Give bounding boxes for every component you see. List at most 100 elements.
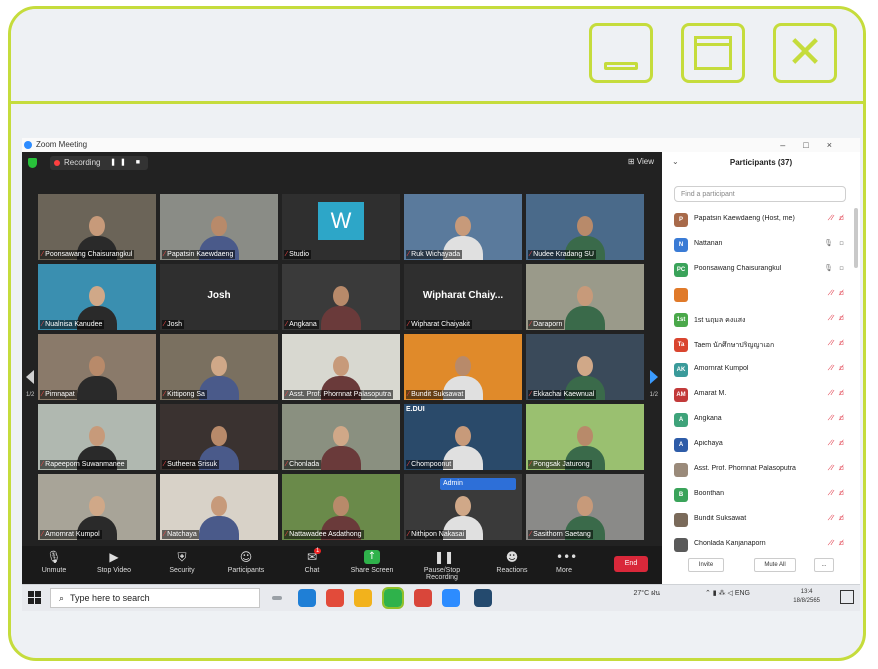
mic-button[interactable]: 🎙 Unmute bbox=[26, 550, 82, 582]
previous-page-arrow[interactable] bbox=[26, 366, 36, 388]
video-tile[interactable]: ⁄ Kittipong Sa bbox=[160, 334, 278, 400]
participant-row[interactable]: Chonlada Kanjanaporn ⁄̸ ▫̸ bbox=[670, 533, 850, 558]
video-tile[interactable]: Wipharat Chaiy... ⁄ Wipharat Chaiyakit bbox=[404, 264, 522, 330]
video-tile[interactable]: ⁄ Nattawadee Asdathong bbox=[282, 474, 400, 540]
video-tile[interactable]: ⁄ Poonsawang Chaisurangkul bbox=[38, 194, 156, 260]
close-button[interactable]: ✕ bbox=[773, 23, 837, 83]
mic-muted-icon[interactable]: ⁄̸ ▫̸ bbox=[832, 539, 846, 547]
video-tile[interactable]: ⁄ Amornrat Kumpol bbox=[38, 474, 156, 540]
participant-row[interactable]: A Angkana ⁄̸ ▫̸ bbox=[670, 408, 850, 433]
participants-button[interactable]: ☺ Participants bbox=[218, 550, 274, 582]
terminal-app-icon[interactable] bbox=[474, 589, 492, 607]
participant-row[interactable]: A Apichaya ⁄̸ ▫̸ bbox=[670, 433, 850, 458]
mic-muted-icon[interactable]: ⁄̸ ▫̸ bbox=[832, 339, 846, 347]
video-tile[interactable]: ⁄ Nualnisa Kanudee bbox=[38, 264, 156, 330]
participant-row[interactable]: P Papatsin Kaewdaeng (Host, me) ⁄̸ ▫̸ bbox=[670, 208, 850, 233]
participant-row[interactable]: AK Amornrat Kumpol ⁄̸ ▫̸ bbox=[670, 358, 850, 383]
video-tile[interactable]: Josh ⁄ Josh bbox=[160, 264, 278, 330]
system-tray-icons[interactable]: ⌃ ▮ ⁂ ◁ ENG bbox=[705, 589, 750, 598]
mic-muted-icon[interactable]: ⁄̸ ▫̸ bbox=[832, 414, 846, 422]
mic-muted-icon[interactable]: ⁄̸ ▫̸ bbox=[832, 389, 846, 397]
edge-browser-icon[interactable] bbox=[298, 589, 316, 607]
participant-name: Josh bbox=[167, 321, 182, 328]
mic-muted-icon[interactable]: ⁄̸ ▫̸ bbox=[832, 514, 846, 522]
mic-muted-icon[interactable]: ⁄̸ ▫̸ bbox=[832, 289, 846, 297]
chat-button[interactable]: ✉ 1 Chat bbox=[284, 548, 340, 582]
video-tile[interactable]: ⁄ Papatsin Kaewdaeng bbox=[160, 194, 278, 260]
participant-search-input[interactable]: Find a participant bbox=[674, 186, 846, 202]
mic-on-icon[interactable]: 🎙 ▫ bbox=[824, 264, 846, 272]
share-button[interactable]: ↑ Share Screen bbox=[344, 550, 400, 582]
taskbar-search-input[interactable]: ⌕ Type here to search bbox=[50, 588, 260, 608]
avatar: AM bbox=[674, 388, 688, 402]
video-tile[interactable]: ⁄ Chonlada bbox=[282, 404, 400, 470]
muted-mic-icon: ⁄ bbox=[42, 461, 44, 468]
video-tile[interactable]: Admin ⁄ Nithipon Nakasai bbox=[404, 474, 522, 540]
video-tile[interactable]: ⁄ Pongsak Jaturong bbox=[526, 404, 644, 470]
participant-name-label: ⁄ Bundit Suksawat bbox=[406, 390, 466, 399]
toolbar-label: Share Screen bbox=[350, 567, 394, 574]
windows-start-icon[interactable] bbox=[28, 591, 42, 605]
mic-muted-icon[interactable]: ⁄̸ ▫̸ bbox=[832, 214, 846, 222]
video-tile[interactable]: ⁄ Rapeeporn Suwanmanee bbox=[38, 404, 156, 470]
next-page-arrow[interactable] bbox=[648, 366, 658, 388]
video-tile[interactable]: ⁄ Bundit Suksawat bbox=[404, 334, 522, 400]
video-tile[interactable]: ⁄ Angkana bbox=[282, 264, 400, 330]
video-tile[interactable]: ⁄ Asst. Prof. Phornnat Palasoputra bbox=[282, 334, 400, 400]
video-tile[interactable]: ⁄ Sutheera Srisuk bbox=[160, 404, 278, 470]
mic-muted-icon[interactable]: ⁄̸ ▫̸ bbox=[832, 364, 846, 372]
mic-muted-icon[interactable]: ⁄̸ ▫̸ bbox=[832, 464, 846, 472]
file-explorer-icon[interactable] bbox=[354, 589, 372, 607]
task-view-icon[interactable] bbox=[272, 596, 282, 600]
zoom-window-controls[interactable]: –□× bbox=[780, 138, 850, 152]
weather-indicator[interactable]: 27°C ฝน bbox=[634, 589, 660, 598]
invite-button[interactable]: Invite bbox=[688, 558, 724, 572]
participant-row[interactable]: AM Amarat M. ⁄̸ ▫̸ bbox=[670, 383, 850, 408]
maximize-button[interactable] bbox=[681, 23, 745, 83]
video-tile[interactable]: ⁄ Sasithorn Saetang bbox=[526, 474, 644, 540]
video-tile[interactable]: ⁄ Ruk Wichayada bbox=[404, 194, 522, 260]
participant-name: Pongsak Jaturong bbox=[533, 461, 590, 468]
view-button[interactable]: ⊞ View bbox=[628, 157, 654, 166]
mic-muted-icon[interactable]: ⁄̸ ▫̸ bbox=[832, 489, 846, 497]
video-tile[interactable]: ⁄ Pimnapat bbox=[38, 334, 156, 400]
participant-row[interactable]: N Nattanan 🎙 ▫ bbox=[670, 233, 850, 258]
participants-scrollbar[interactable] bbox=[854, 208, 858, 268]
participant-row[interactable]: B Boonthan ⁄̸ ▫̸ bbox=[670, 483, 850, 508]
video-tile[interactable]: W ⁄ Studio bbox=[282, 194, 400, 260]
more-button[interactable]: ••• More bbox=[536, 550, 592, 582]
participant-row[interactable]: 1st 1st นฤมล คงแสง ⁄̸ ▫̸ bbox=[670, 308, 850, 333]
video-tile[interactable]: ⁄ Ekkachai Kaewnual bbox=[526, 334, 644, 400]
mic-muted-icon[interactable]: ⁄̸ ▫̸ bbox=[832, 439, 846, 447]
zoom-app-icon[interactable] bbox=[442, 589, 460, 607]
pause-recording-button[interactable]: ❚❚ Pause/Stop Recording bbox=[414, 550, 470, 582]
participant-row[interactable]: Ta Taem นักศึกษาปริญญาเอก ⁄̸ ▫̸ bbox=[670, 333, 850, 358]
mic-muted-icon[interactable]: ⁄̸ ▫̸ bbox=[832, 314, 846, 322]
shield-button[interactable]: ⛨ Security bbox=[154, 550, 210, 582]
participant-row[interactable]: Asst. Prof. Phornnat Palasoputra ⁄̸ ▫̸ bbox=[670, 458, 850, 483]
recording-pause-stop-icons[interactable]: ❚❚ ■ bbox=[110, 156, 144, 170]
video-button[interactable]: ▶ Stop Video bbox=[86, 550, 142, 582]
line-app-icon[interactable] bbox=[382, 587, 404, 609]
recording-indicator[interactable]: Recording ❚❚ ■ bbox=[50, 156, 148, 170]
video-tile[interactable]: ⁄ Daraporn bbox=[526, 264, 644, 330]
chrome-browser-icon[interactable] bbox=[326, 589, 344, 607]
end-meeting-button[interactable]: End bbox=[614, 556, 648, 572]
participant-row[interactable]: Bundit Suksawat ⁄̸ ▫̸ bbox=[670, 508, 850, 533]
admin-chip[interactable]: Admin bbox=[440, 478, 516, 490]
participant-row[interactable]: ⁄̸ ▫̸ bbox=[670, 283, 850, 308]
notification-center-icon[interactable] bbox=[840, 590, 854, 604]
more-options-button[interactable]: ... bbox=[814, 558, 834, 572]
mute-all-button[interactable]: Mute All bbox=[754, 558, 796, 572]
participant-row[interactable]: PC Poonsawang Chaisurangkul 🎙 ▫ bbox=[670, 258, 850, 283]
video-tile[interactable]: ⁄ Natchaya bbox=[160, 474, 278, 540]
close-icon: ✕ bbox=[786, 27, 824, 78]
minimize-button[interactable] bbox=[589, 23, 653, 83]
encryption-shield-icon[interactable] bbox=[28, 158, 37, 168]
reactions-button[interactable]: ☻ Reactions bbox=[484, 550, 540, 582]
photos-app-icon[interactable] bbox=[414, 589, 432, 607]
video-tile[interactable]: ⁄ Nudee Kradang SU bbox=[526, 194, 644, 260]
clock[interactable]: 13:4 18/8/2565 bbox=[793, 588, 820, 606]
video-tile[interactable]: E.DUI ⁄ Chompoonut bbox=[404, 404, 522, 470]
mic-on-icon[interactable]: 🎙 ▫ bbox=[824, 239, 846, 247]
